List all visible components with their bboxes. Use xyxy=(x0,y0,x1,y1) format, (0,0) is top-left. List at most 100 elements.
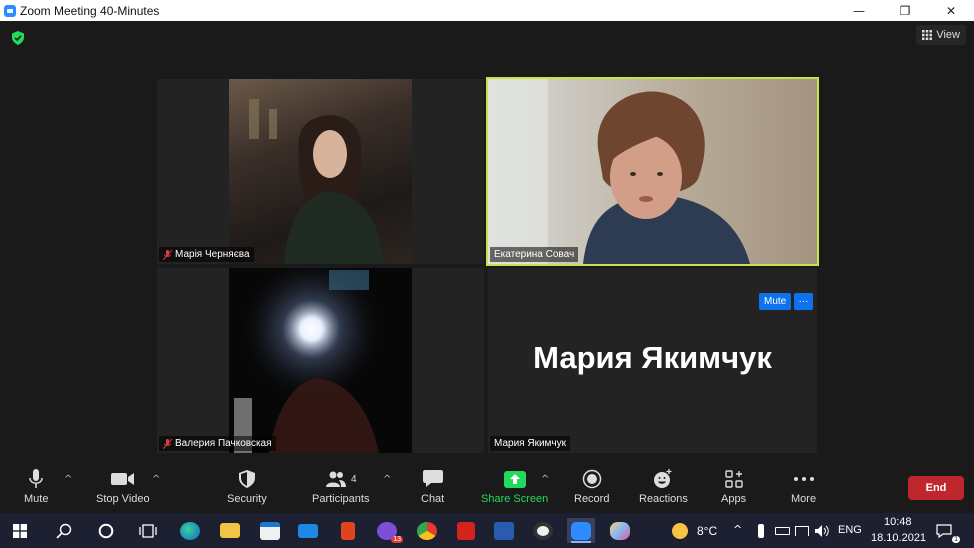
more-dots-icon xyxy=(793,477,814,481)
participant-mute-button[interactable]: Mute xyxy=(759,293,792,310)
search-button[interactable] xyxy=(50,518,78,543)
windows-taskbar: 13 8°C ^ ENG 10:48 18.10.2021 1 xyxy=(0,513,974,548)
stop-video-button[interactable]: Stop Video xyxy=(96,468,150,505)
participant-nameplate: Валерия Пачковская xyxy=(159,436,276,451)
chat-button[interactable]: Chat xyxy=(421,468,444,505)
zoom-app-icon xyxy=(4,4,16,17)
security-button[interactable]: Security xyxy=(227,468,267,505)
paint-taskbar-icon[interactable] xyxy=(606,518,634,543)
viber-unread-badge: 13 xyxy=(391,536,403,543)
video-options-caret[interactable]: ^ xyxy=(152,474,160,485)
video-tile-participant-2[interactable]: Екатерина Совач xyxy=(486,77,819,266)
acrobat-taskbar-icon[interactable] xyxy=(452,518,480,543)
window-title: Zoom Meeting 40-Minutes xyxy=(20,3,160,18)
windows-logo-icon xyxy=(13,523,27,538)
microphone-icon xyxy=(29,469,43,488)
viber-taskbar-icon[interactable]: 13 xyxy=(373,518,403,543)
reactions-button[interactable]: Reactions xyxy=(639,468,688,505)
participant-name: Валерия Пачковская xyxy=(175,438,272,449)
chrome-taskbar-icon[interactable] xyxy=(413,518,441,543)
security-label: Security xyxy=(227,493,267,505)
stop-video-label: Stop Video xyxy=(96,493,150,505)
apps-icon xyxy=(724,470,743,488)
participants-count: 4 xyxy=(350,473,357,485)
participant-video xyxy=(488,79,817,264)
office-taskbar-icon[interactable] xyxy=(334,518,362,543)
close-button[interactable]: ✕ xyxy=(928,0,974,21)
input-language[interactable]: ENG xyxy=(838,524,862,536)
share-screen-icon xyxy=(503,470,526,488)
notifications-button[interactable]: 1 xyxy=(930,518,960,543)
video-tile-participant-1[interactable]: Марія Черняєва xyxy=(157,79,484,264)
volume-icon[interactable] xyxy=(808,518,836,543)
zoom-taskbar-icon[interactable] xyxy=(567,518,595,543)
participants-options-caret[interactable]: ^ xyxy=(383,474,391,485)
flash-reflection xyxy=(229,268,412,453)
share-screen-label: Share Screen xyxy=(481,493,549,505)
participant-name: Марія Черняєва xyxy=(175,249,250,260)
restore-button[interactable]: ❐ xyxy=(882,0,928,21)
participant-nameplate: Екатерина Совач xyxy=(490,247,579,262)
participant-more-button[interactable]: ··· xyxy=(794,293,813,310)
more-label: More xyxy=(791,493,817,505)
meeting-stage: View Марія Черняєва Екатерина Совач Вале… xyxy=(0,21,974,464)
share-options-caret[interactable]: ^ xyxy=(541,474,549,485)
file-explorer-taskbar-icon[interactable] xyxy=(216,518,244,543)
reactions-label: Reactions xyxy=(639,493,688,505)
search-icon xyxy=(56,523,72,539)
more-button[interactable]: More xyxy=(791,468,816,505)
participants-label: Participants xyxy=(312,493,370,505)
mic-muted-icon xyxy=(163,249,172,260)
minimize-button[interactable]: — xyxy=(836,0,882,21)
participant-name: Мария Якимчук xyxy=(494,438,566,449)
cortana-button[interactable] xyxy=(92,518,120,543)
store-taskbar-icon[interactable] xyxy=(256,518,284,543)
cortana-circle-icon xyxy=(98,523,114,538)
record-label: Record xyxy=(574,493,610,505)
window-titlebar: Zoom Meeting 40-Minutes — ❐ ✕ xyxy=(0,0,974,21)
meeting-toolbar: Mute ^ Stop Video ^ Security 4 Participa… xyxy=(0,464,974,513)
audio-options-caret[interactable]: ^ xyxy=(64,474,72,485)
mute-label: Mute xyxy=(24,493,49,505)
view-button[interactable]: View xyxy=(916,25,966,45)
end-meeting-button[interactable]: End xyxy=(908,476,964,500)
clock-date[interactable]: 18.10.2021 xyxy=(871,532,926,544)
grid-icon xyxy=(922,30,933,40)
word-taskbar-icon[interactable] xyxy=(490,518,518,543)
video-tile-participant-3[interactable]: Валерия Пачковская xyxy=(157,268,484,453)
notification-bubble-icon xyxy=(936,523,952,538)
security-shield-icon xyxy=(238,470,255,488)
participant-name: Екатерина Совач xyxy=(494,249,575,260)
participants-icon xyxy=(325,471,346,487)
participant-display-name: Мария Якимчук xyxy=(533,340,772,375)
mail-taskbar-icon[interactable] xyxy=(294,518,322,543)
participant-video xyxy=(229,79,412,264)
weather-icon[interactable] xyxy=(666,518,694,543)
apps-button[interactable]: Apps xyxy=(721,468,746,505)
mic-muted-icon xyxy=(163,438,172,449)
notification-count-badge: 1 xyxy=(952,536,960,543)
clock-time[interactable]: 10:48 xyxy=(884,516,912,528)
edge-taskbar-icon[interactable] xyxy=(176,518,204,543)
task-view-button[interactable] xyxy=(134,518,162,543)
chat-bubble-icon xyxy=(422,470,443,487)
active-app-indicator xyxy=(571,541,591,543)
person-silhouette xyxy=(488,79,750,264)
encryption-shield-icon[interactable] xyxy=(11,31,25,45)
task-view-icon xyxy=(139,523,157,538)
share-screen-button[interactable]: Share Screen xyxy=(481,468,548,505)
participant-video xyxy=(229,268,412,453)
mute-button[interactable]: Mute xyxy=(24,468,48,505)
record-button[interactable]: Record xyxy=(574,468,609,505)
participant-nameplate: Мария Якимчук xyxy=(490,436,570,451)
chat-label: Chat xyxy=(421,493,445,505)
chrome-canary-taskbar-icon[interactable] xyxy=(529,518,557,543)
weather-temperature[interactable]: 8°C xyxy=(697,524,717,538)
show-hidden-icons-caret[interactable]: ^ xyxy=(733,523,742,536)
participants-button[interactable]: 4 Participants xyxy=(312,468,369,505)
apps-label: Apps xyxy=(721,493,747,505)
speaker-icon xyxy=(815,524,829,537)
video-camera-icon xyxy=(110,473,134,485)
start-button[interactable] xyxy=(6,518,34,543)
view-label: View xyxy=(936,29,960,41)
